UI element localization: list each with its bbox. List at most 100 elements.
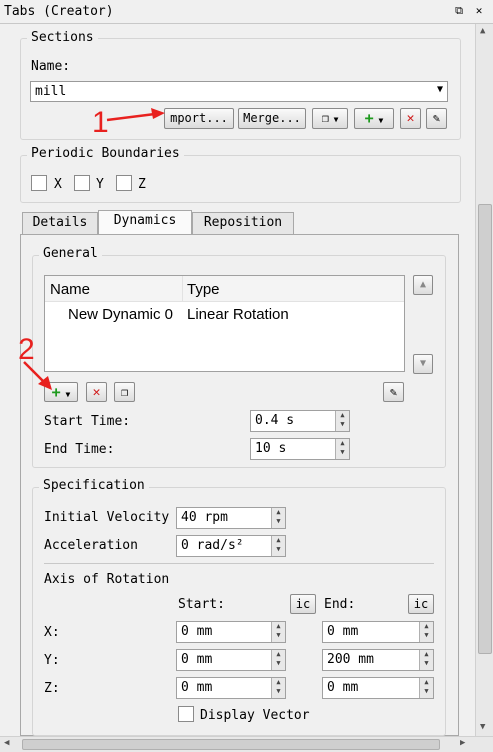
start-ic-button[interactable]: ic [290, 594, 316, 614]
tab-dynamics[interactable]: Dynamics [98, 210, 192, 234]
horizontal-scroll-thumb[interactable] [22, 739, 440, 750]
spin-arrows-icon[interactable]: ▲ ▼ [271, 508, 285, 528]
start-y-value: 0 mm [181, 652, 213, 667]
initial-velocity-label: Initial Velocity [44, 510, 170, 525]
start-z-spinbox[interactable]: 0 mm ▲ ▼ [176, 677, 286, 699]
general-legend: General [39, 246, 102, 261]
edit-section-button[interactable]: ✎ [426, 108, 447, 129]
dynamic-type: Linear Rotation [187, 306, 289, 323]
arrow-up-icon: ▲ [419, 279, 427, 290]
delete-section-button[interactable]: ✕ [400, 108, 421, 129]
periodic-legend: Periodic Boundaries [27, 146, 184, 161]
end-x-value: 0 mm [327, 624, 359, 639]
initial-velocity-spinbox[interactable]: 40 rpm ▲ ▼ [176, 507, 286, 529]
delete-icon: ✕ [92, 385, 101, 400]
chevron-down-icon: ▼ [328, 115, 339, 124]
y-label: Y: [44, 653, 60, 668]
x-label: X: [44, 625, 60, 640]
spin-arrows-icon[interactable]: ▲ ▼ [419, 650, 433, 670]
edit-dynamic-button[interactable]: ✎ [383, 382, 404, 402]
horizontal-scrollbar[interactable]: ◀ ▶ [0, 736, 493, 752]
end-y-spinbox[interactable]: 200 mm ▲ ▼ [322, 649, 434, 671]
z-label: Z: [44, 681, 60, 696]
tab-details[interactable]: Details [22, 212, 98, 234]
close-icon[interactable]: ✕ [472, 4, 486, 18]
spin-arrows-icon[interactable]: ▲ ▼ [419, 678, 433, 698]
move-up-button[interactable]: ▲ [413, 275, 433, 295]
end-label: End: [324, 597, 356, 612]
import-button[interactable]: mport... [164, 108, 234, 129]
chevron-down-icon: ▼ [436, 84, 443, 95]
start-z-value: 0 mm [181, 680, 213, 695]
periodic-z-checkbox[interactable] [116, 175, 132, 191]
scroll-up-icon[interactable]: ▲ [480, 26, 485, 36]
annotation-arrow-1 [106, 108, 165, 122]
acceleration-label: Acceleration [44, 538, 138, 553]
arrow-down-icon: ▼ [419, 358, 427, 369]
copy-icon: ❐ [120, 385, 129, 399]
initial-velocity-value: 40 rpm [181, 510, 228, 525]
acceleration-value: 0 rad/s² [181, 538, 244, 553]
delete-dynamic-button[interactable]: ✕ [86, 382, 107, 402]
vertical-scrollbar[interactable]: ▲ ▼ [475, 24, 493, 736]
column-header-name[interactable]: Name [50, 281, 90, 298]
section-name-value: mill [35, 84, 67, 99]
dynamics-list[interactable]: Name Type New Dynamic 0 Linear Rotation [44, 275, 405, 372]
list-item[interactable]: New Dynamic 0 Linear Rotation [45, 303, 404, 327]
tab-reposition[interactable]: Reposition [192, 212, 294, 234]
end-time-label: End Time: [44, 442, 115, 457]
display-vector-label: Display Vector [200, 708, 310, 723]
end-z-value: 0 mm [327, 680, 359, 695]
move-down-button[interactable]: ▼ [413, 354, 433, 374]
spin-arrows-icon[interactable]: ▲ ▼ [335, 411, 349, 431]
title-bar: Tabs (Creator) ⧉ ✕ [0, 0, 493, 24]
vertical-scroll-thumb[interactable] [478, 204, 492, 654]
spin-arrows-icon[interactable]: ▲ ▼ [271, 678, 285, 698]
end-time-spinbox[interactable]: 10 s ▲ ▼ [250, 438, 350, 460]
end-ic-button[interactable]: ic [408, 594, 434, 614]
start-label: Start: [178, 597, 225, 612]
acceleration-spinbox[interactable]: 0 rad/s² ▲ ▼ [176, 535, 286, 557]
copy-dynamic-button[interactable]: ❐ [114, 382, 135, 402]
section-name-select[interactable]: mill ▼ [30, 81, 448, 102]
column-header-type[interactable]: Type [187, 281, 220, 298]
add-section-button[interactable]: + ▼ [354, 108, 394, 129]
spin-arrows-icon[interactable]: ▲ ▼ [335, 439, 349, 459]
spin-arrows-icon[interactable]: ▲ ▼ [419, 622, 433, 642]
start-y-spinbox[interactable]: 0 mm ▲ ▼ [176, 649, 286, 671]
start-time-value: 0.4 s [255, 413, 295, 428]
spin-arrows-icon[interactable]: ▲ ▼ [271, 650, 285, 670]
sections-legend: Sections [27, 30, 98, 45]
dynamic-name: New Dynamic 0 [68, 306, 174, 323]
specification-legend: Specification [39, 478, 149, 493]
spin-arrows-icon[interactable]: ▲ ▼ [271, 622, 285, 642]
annotation-arrow-2 [23, 361, 52, 390]
plus-icon: + [364, 109, 374, 127]
chevron-down-icon: ▼ [373, 116, 384, 125]
end-x-spinbox[interactable]: 0 mm ▲ ▼ [322, 621, 434, 643]
copy-dropdown-button[interactable]: ❐ ▼ [312, 108, 348, 129]
display-vector-checkbox[interactable] [178, 706, 194, 722]
name-label: Name: [31, 59, 71, 74]
column-divider [182, 276, 183, 302]
pencil-icon: ✎ [432, 111, 441, 125]
scroll-down-icon[interactable]: ▼ [480, 722, 485, 732]
float-icon[interactable]: ⧉ [452, 4, 466, 18]
start-time-spinbox[interactable]: 0.4 s ▲ ▼ [250, 410, 350, 432]
start-x-value: 0 mm [181, 624, 213, 639]
periodic-x-checkbox[interactable] [31, 175, 47, 191]
periodic-y-label: Y [96, 177, 104, 192]
pencil-icon: ✎ [389, 385, 398, 399]
start-x-spinbox[interactable]: 0 mm ▲ ▼ [176, 621, 286, 643]
window-title: Tabs (Creator) [4, 4, 114, 19]
axis-of-rotation-label: Axis of Rotation [44, 572, 170, 587]
chevron-down-icon: ▼ [60, 390, 71, 399]
merge-button[interactable]: Merge... [238, 108, 306, 129]
periodic-y-checkbox[interactable] [74, 175, 90, 191]
scroll-left-icon[interactable]: ◀ [4, 738, 9, 748]
scroll-right-icon[interactable]: ▶ [460, 738, 465, 748]
periodic-z-label: Z [138, 177, 146, 192]
copy-icon: ❐ [321, 111, 329, 125]
spin-arrows-icon[interactable]: ▲ ▼ [271, 536, 285, 556]
end-z-spinbox[interactable]: 0 mm ▲ ▼ [322, 677, 434, 699]
